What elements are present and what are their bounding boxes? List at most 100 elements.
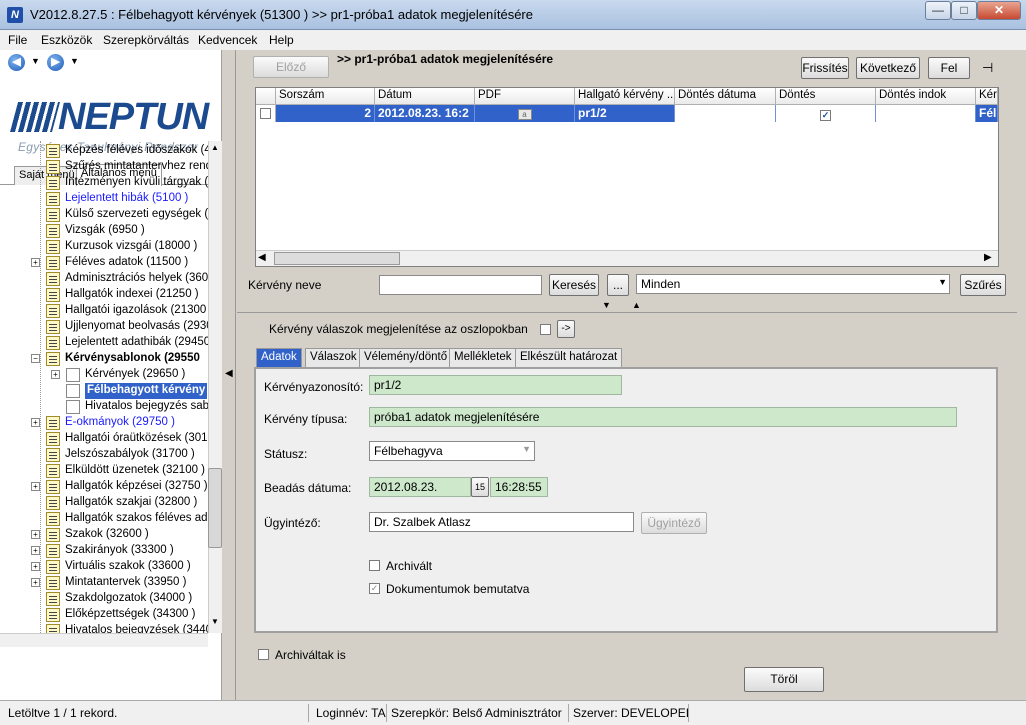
- pin-icon[interactable]: ⊣: [982, 60, 993, 76]
- prev-button[interactable]: Előző: [253, 56, 329, 78]
- cell-dontes[interactable]: ✓: [776, 105, 876, 122]
- up-button[interactable]: Fel: [928, 57, 970, 79]
- menu-help[interactable]: Help: [269, 33, 294, 47]
- status-select[interactable]: Félbehagyva ▼: [369, 441, 535, 461]
- tree-item[interactable]: Hallgatói igazolások (21300 ): [0, 303, 208, 319]
- row-checkbox[interactable]: [260, 108, 271, 119]
- expand-icon[interactable]: +: [31, 562, 40, 571]
- tree-item[interactable]: + Szakok (32600 ): [0, 527, 208, 543]
- cell-datum[interactable]: 2012.08.23. 16:2: [375, 105, 475, 122]
- expand-icon[interactable]: +: [31, 578, 40, 587]
- search-button[interactable]: Keresés: [549, 274, 599, 296]
- tree-item[interactable]: Képzés féléves időszakok (44: [0, 143, 208, 159]
- cell-dontes-datuma[interactable]: [675, 105, 776, 122]
- scroll-left-icon[interactable]: ◀: [258, 252, 266, 263]
- column-header[interactable]: Döntés dátuma: [675, 88, 776, 105]
- back-arrow-icon[interactable]: ◀: [8, 54, 25, 71]
- tree-item[interactable]: + Virtuális szakok (33600 ): [0, 559, 208, 575]
- menu-favorites[interactable]: Kedvencek: [198, 33, 257, 47]
- tree-item[interactable]: + Szakirányok (33300 ): [0, 543, 208, 559]
- request-id-field[interactable]: pr1/2: [369, 375, 622, 395]
- scroll-down-icon[interactable]: ▼: [211, 617, 219, 626]
- browse-button[interactable]: ...: [607, 274, 629, 296]
- collapse-down-icon[interactable]: ▼: [602, 300, 611, 310]
- archived-checkbox[interactable]: [369, 560, 380, 571]
- grid-horizontal-scrollbar[interactable]: ◀ ▶: [256, 250, 998, 266]
- filter-select[interactable]: Minden ▼: [636, 274, 950, 294]
- include-archived-checkbox[interactable]: [258, 649, 269, 660]
- refresh-button[interactable]: Frissítés: [801, 57, 849, 79]
- submission-time-field[interactable]: 16:28:55: [490, 477, 548, 497]
- expand-icon[interactable]: +: [51, 370, 60, 379]
- back-dropdown-icon[interactable]: ▼: [31, 56, 40, 66]
- tree-item[interactable]: + Féléves adatok (11500 ): [0, 255, 208, 271]
- delete-button[interactable]: Töröl: [744, 667, 824, 692]
- tree-item[interactable]: Lejelentett hibák (5100 ): [0, 191, 208, 207]
- tree-horizontal-scrollbar[interactable]: [0, 633, 208, 647]
- tab-answers[interactable]: Válaszok: [305, 348, 362, 367]
- tab-opinion[interactable]: Vélemény/döntő: [359, 348, 453, 367]
- calendar-icon[interactable]: 15: [471, 477, 489, 497]
- agent-button[interactable]: Ügyintéző: [641, 512, 707, 534]
- tree-item[interactable]: Hivatalos bejegyzés sablo: [0, 399, 208, 415]
- expand-icon[interactable]: +: [31, 418, 40, 427]
- tree-item[interactable]: + E-okmányok (29750 ): [0, 415, 208, 431]
- tree-item[interactable]: Hallgatók indexei (21250 ): [0, 287, 208, 303]
- cell-pdf[interactable]: a: [475, 105, 575, 122]
- menu-tools[interactable]: Eszközök: [41, 33, 92, 47]
- forward-dropdown-icon[interactable]: ▼: [70, 56, 79, 66]
- collapse-left-icon[interactable]: ◀: [225, 368, 233, 379]
- column-header[interactable]: Kérv: [976, 88, 998, 105]
- tree-vertical-scrollbar[interactable]: ▲ ▼: [208, 141, 222, 633]
- grid-scroll-thumb[interactable]: [274, 252, 400, 265]
- tree-item[interactable]: Vizsgák (6950 ): [0, 223, 208, 239]
- row-select-cell[interactable]: [256, 105, 276, 122]
- expand-icon[interactable]: +: [31, 482, 40, 491]
- request-name-input[interactable]: [379, 275, 542, 295]
- column-header[interactable]: Dátum: [375, 88, 475, 105]
- tab-data[interactable]: Adatok: [256, 348, 302, 367]
- expand-icon[interactable]: +: [31, 258, 40, 267]
- menu-role-switch[interactable]: Szerepkörváltás: [103, 33, 189, 47]
- next-button[interactable]: Következő: [856, 57, 920, 79]
- tree-item[interactable]: Hallgatók szakjai (32800 ): [0, 495, 208, 511]
- columns-option-checkbox[interactable]: [540, 324, 551, 335]
- collapse-icon[interactable]: −: [31, 354, 40, 363]
- column-header[interactable]: Sorszám: [276, 88, 375, 105]
- scroll-right-icon[interactable]: ▶: [984, 252, 992, 263]
- tab-attachments[interactable]: Mellékletek: [449, 348, 517, 367]
- tree-item[interactable]: Elküldött üzenetek (32100 ): [0, 463, 208, 479]
- tree-item[interactable]: Szakdolgozatok (34000 ): [0, 591, 208, 607]
- filter-button[interactable]: Szűrés: [960, 274, 1006, 296]
- tree-scroll-thumb[interactable]: [208, 468, 222, 548]
- column-header[interactable]: Döntés: [776, 88, 876, 105]
- expand-icon[interactable]: +: [31, 530, 40, 539]
- tree-item[interactable]: Félbehagyott kérvény: [0, 383, 208, 399]
- close-button[interactable]: ✕: [977, 1, 1021, 20]
- tree-item[interactable]: + Hallgatók képzései (32750 ): [0, 479, 208, 495]
- tab-resolution[interactable]: Elkészült határozat: [515, 348, 623, 367]
- chevron-down-icon[interactable]: ▼: [522, 444, 531, 454]
- minimize-button[interactable]: —: [925, 1, 951, 20]
- tree-item[interactable]: + Mintatantervek (33950 ): [0, 575, 208, 591]
- apply-columns-button[interactable]: ->: [557, 320, 575, 338]
- forward-arrow-icon[interactable]: ▶: [47, 54, 64, 71]
- tree-item[interactable]: Hallgatói óraütközések (30100: [0, 431, 208, 447]
- tree-item[interactable]: Adminisztrációs helyek (3600: [0, 271, 208, 287]
- scroll-up-icon[interactable]: ▲: [211, 143, 219, 152]
- chevron-down-icon[interactable]: ▼: [938, 277, 947, 287]
- tree-item[interactable]: Ujjlenyomat beolvasás (29300: [0, 319, 208, 335]
- tree-item[interactable]: Előképzettségek (34300 ): [0, 607, 208, 623]
- submission-date-field[interactable]: 2012.08.23.: [369, 477, 471, 497]
- tree-item[interactable]: Intézményen kívüli tárgyak (4: [0, 175, 208, 191]
- cell-kerv[interactable]: Félb: [976, 105, 998, 122]
- cell-hallgato[interactable]: pr1/2: [575, 105, 675, 122]
- maximize-button[interactable]: □: [951, 1, 977, 20]
- cell-dontes-indok[interactable]: [876, 105, 976, 122]
- tree-item[interactable]: Lejelentett adathibák (29450: [0, 335, 208, 351]
- tree-item[interactable]: − Kérvénysablonok (29550: [0, 351, 208, 367]
- tree-item[interactable]: Hivatalos bejegyzések (34400: [0, 623, 208, 633]
- tree-item[interactable]: + Kérvények (29650 ): [0, 367, 208, 383]
- expand-icon[interactable]: +: [31, 546, 40, 555]
- tree-item[interactable]: Külső szervezeti egységek (68: [0, 207, 208, 223]
